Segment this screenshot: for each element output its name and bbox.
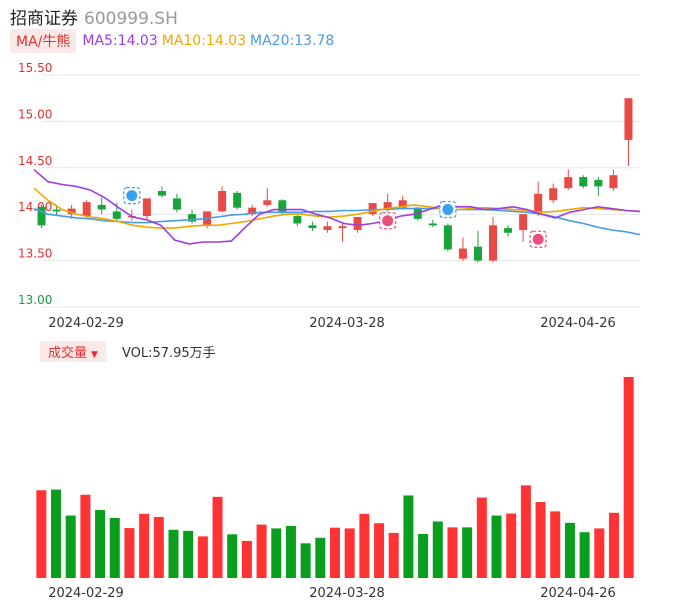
volume-bar bbox=[418, 533, 429, 578]
date-tick-label: 2024-03-28 bbox=[309, 586, 385, 601]
volume-bar bbox=[535, 502, 546, 578]
volume-bar bbox=[168, 529, 179, 578]
volume-bar bbox=[579, 532, 590, 578]
candle-body bbox=[338, 226, 347, 229]
volume-bar bbox=[623, 377, 634, 578]
price-tick-label: 14.50 bbox=[18, 154, 52, 168]
candle-body bbox=[504, 228, 513, 233]
candle-body bbox=[428, 223, 437, 226]
candle-body bbox=[293, 216, 302, 224]
volume-bar bbox=[447, 527, 458, 578]
candle-body bbox=[564, 177, 573, 189]
stock-chart: 15.50 15.00 14.50 14.00 13.50 13.00 2024-02-2… bbox=[18, 61, 641, 601]
candle-body bbox=[97, 204, 106, 210]
volume-bar bbox=[36, 490, 47, 578]
date-tick-label: 2024-04-26 bbox=[540, 316, 616, 331]
volume-bar bbox=[476, 497, 487, 578]
volume-bar bbox=[124, 528, 135, 578]
price-tick-label: 13.00 bbox=[18, 293, 52, 307]
bull-signal-icon bbox=[532, 233, 544, 245]
candle-body bbox=[549, 188, 558, 201]
candle-body bbox=[458, 248, 467, 259]
volume-bar bbox=[241, 540, 252, 578]
price-axis-labels: 15.50 15.00 14.50 14.00 13.50 13.00 bbox=[18, 61, 52, 307]
volume-bar bbox=[462, 527, 473, 578]
candle-body bbox=[353, 216, 362, 230]
volume-bar bbox=[550, 511, 561, 578]
volume-bar bbox=[109, 517, 120, 578]
volume-bar bbox=[51, 489, 62, 578]
candle-body bbox=[172, 198, 181, 210]
candle-body bbox=[489, 225, 498, 261]
date-tick-label: 2024-02-29 bbox=[48, 316, 124, 331]
volume-bar bbox=[212, 496, 223, 578]
date-tick-label: 2024-04-26 bbox=[540, 586, 616, 601]
moving-average-lines bbox=[33, 169, 641, 245]
candle-body bbox=[308, 225, 317, 229]
candle-body bbox=[233, 192, 242, 208]
candle-body bbox=[594, 179, 603, 187]
candle-body bbox=[37, 206, 46, 226]
volume-bar bbox=[271, 528, 282, 578]
volume-bar bbox=[432, 521, 443, 578]
candle-body bbox=[52, 209, 61, 212]
volume-bar bbox=[520, 485, 531, 578]
candle-body bbox=[323, 226, 332, 230]
date-tick-label: 2024-03-28 bbox=[309, 316, 385, 331]
date-tick-label: 2024-02-29 bbox=[48, 586, 124, 601]
volume-bar bbox=[374, 523, 385, 578]
volume-bar bbox=[608, 512, 619, 578]
volume-bar bbox=[285, 525, 296, 578]
volume-bar bbox=[183, 530, 194, 578]
volume-bar bbox=[388, 532, 399, 578]
candle-body bbox=[112, 211, 121, 219]
candle-body bbox=[157, 191, 166, 196]
volume-bar bbox=[95, 510, 106, 578]
candle-body bbox=[624, 98, 633, 140]
volume-bar bbox=[315, 537, 326, 578]
price-tick-label: 15.50 bbox=[18, 61, 52, 75]
volume-bar bbox=[594, 528, 605, 578]
volume-bar bbox=[65, 515, 76, 578]
price-tick-label: 14.00 bbox=[18, 200, 52, 214]
volume-bar bbox=[506, 513, 517, 578]
candle-body bbox=[609, 175, 618, 189]
volume-bar bbox=[330, 527, 340, 578]
candle-body bbox=[263, 200, 272, 205]
candle-body bbox=[579, 177, 588, 187]
volume-bar bbox=[344, 528, 355, 578]
candle-body bbox=[534, 193, 543, 212]
candle-body bbox=[519, 214, 528, 230]
price-tick-label: 13.50 bbox=[18, 247, 52, 261]
bear-signal-icon bbox=[442, 204, 454, 216]
volume-bar bbox=[227, 534, 238, 578]
price-tick-label: 15.00 bbox=[18, 107, 52, 121]
candle-body bbox=[443, 225, 452, 250]
volume-bar bbox=[80, 494, 91, 578]
candle-body bbox=[218, 191, 227, 212]
volume-bars bbox=[36, 377, 634, 578]
volume-bar bbox=[256, 524, 267, 578]
volume-bar bbox=[139, 513, 150, 578]
volume-bar bbox=[491, 515, 502, 578]
volume-bar bbox=[403, 495, 414, 578]
bear-signal-icon bbox=[126, 190, 138, 202]
bull-signal-icon bbox=[382, 215, 394, 227]
volume-bar bbox=[564, 522, 575, 578]
volume-bar bbox=[197, 536, 208, 578]
candle-body bbox=[142, 198, 151, 217]
volume-bar bbox=[359, 513, 370, 578]
candle-body bbox=[473, 246, 482, 261]
volume-bar bbox=[153, 516, 164, 578]
candle-body bbox=[82, 202, 91, 217]
volume-bar bbox=[300, 543, 311, 578]
ma5-line bbox=[33, 169, 641, 245]
